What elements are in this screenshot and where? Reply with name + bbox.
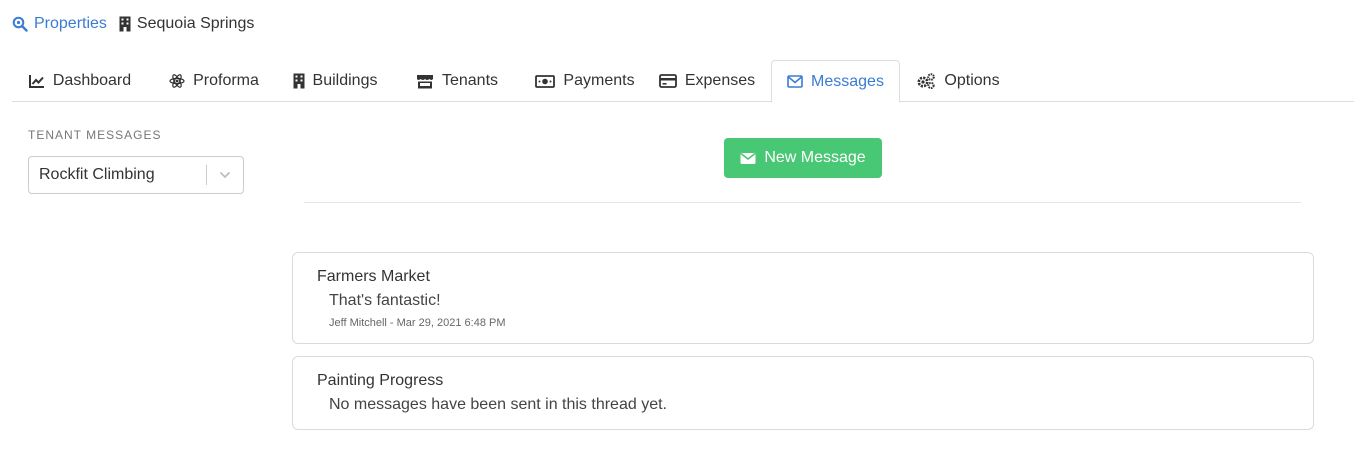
breadcrumb: Properties Sequoia Springs <box>12 14 254 34</box>
tab-messages[interactable]: Messages <box>771 60 900 103</box>
tab-buildings[interactable]: Buildings <box>282 60 388 102</box>
tab-bar: Dashboard Proforma Buildings Tenants Pay… <box>12 60 1354 103</box>
building-icon <box>293 73 305 89</box>
thread-card[interactable]: Painting Progress No messages have been … <box>292 356 1314 430</box>
thread-snippet: That's fantastic! <box>329 292 441 309</box>
tenant-messages-heading: TENANT MESSAGES <box>28 128 162 142</box>
credit-card-icon <box>658 74 677 88</box>
envelope-icon <box>740 152 756 165</box>
atom-icon <box>169 73 185 89</box>
cogs-icon <box>916 73 936 89</box>
tab-label: Options <box>944 72 1000 89</box>
chevron-down-icon[interactable] <box>207 171 243 179</box>
thread-snippet: No messages have been sent in this threa… <box>329 396 667 413</box>
thread-card[interactable]: Farmers Market That's fantastic! Jeff Mi… <box>292 252 1314 344</box>
tab-label: Tenants <box>441 72 499 89</box>
properties-link-label: Properties <box>34 15 107 32</box>
tab-label: Buildings <box>312 72 378 89</box>
building-icon <box>119 16 131 32</box>
thread-title: Farmers Market <box>317 268 430 285</box>
store-icon <box>416 74 434 89</box>
properties-link[interactable]: Properties <box>12 15 107 33</box>
divider <box>304 202 1301 203</box>
tab-options[interactable]: Options <box>908 60 1008 102</box>
current-property-label: Sequoia Springs <box>136 15 255 32</box>
new-message-label: New Message <box>764 149 866 166</box>
tenant-select-value: Rockfit Climbing <box>39 166 155 183</box>
tab-dashboard[interactable]: Dashboard <box>12 60 148 102</box>
tab-tenants[interactable]: Tenants <box>407 60 507 102</box>
new-message-button[interactable]: New Message <box>724 138 882 178</box>
envelope-icon <box>787 75 803 88</box>
tab-label: Proforma <box>193 72 259 89</box>
tab-payments[interactable]: Payments <box>522 60 648 102</box>
tab-label: Messages <box>811 72 884 90</box>
tenant-select[interactable]: Rockfit Climbing <box>28 156 244 194</box>
tab-label: Dashboard <box>52 72 132 89</box>
money-bill-icon <box>535 74 556 88</box>
chart-line-icon <box>28 74 45 88</box>
tab-proforma[interactable]: Proforma <box>154 60 274 102</box>
thread-meta: Jeff Mitchell - Mar 29, 2021 6:48 PM <box>329 317 506 329</box>
search-icon <box>12 16 28 32</box>
current-property: Sequoia Springs <box>119 15 254 33</box>
tab-expenses[interactable]: Expenses <box>652 60 762 102</box>
tab-label: Expenses <box>684 72 756 89</box>
thread-title: Painting Progress <box>317 372 444 389</box>
tab-label: Payments <box>563 72 635 89</box>
